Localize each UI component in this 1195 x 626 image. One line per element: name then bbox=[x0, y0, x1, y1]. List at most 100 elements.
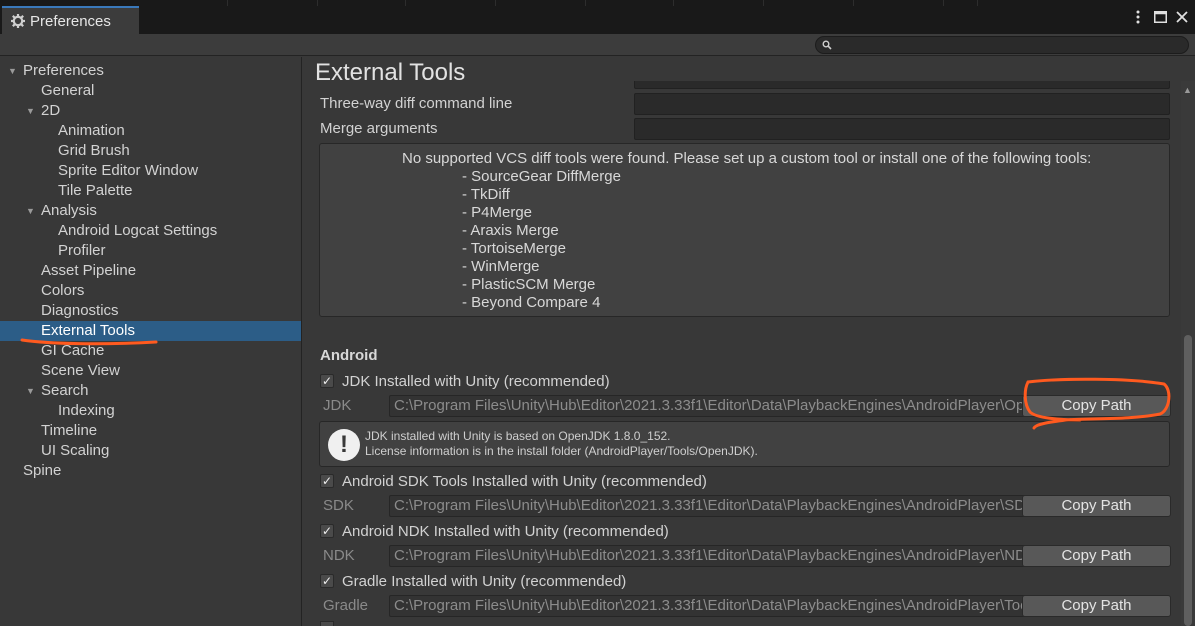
ndk-installed-toggle[interactable]: ✓ Android NDK Installed with Unity (reco… bbox=[320, 520, 669, 542]
gradle-installed-label: Gradle Installed with Unity (recommended… bbox=[342, 572, 627, 590]
sidebar-item-label: Scene View bbox=[41, 362, 120, 379]
sidebar-item-animation[interactable]: Animation bbox=[0, 121, 301, 141]
sidebar-item-sprite-editor-window[interactable]: Sprite Editor Window bbox=[0, 161, 301, 181]
three-way-diff-label: Three-way diff command line bbox=[320, 95, 513, 112]
sidebar-item-general[interactable]: General bbox=[0, 81, 301, 101]
expand-arrow-icon[interactable]: ▼ bbox=[8, 61, 17, 81]
external-tools-panel: External Tools Three-way diff command li… bbox=[303, 57, 1195, 626]
list-item: - TkDiff bbox=[462, 186, 510, 203]
sdk-label: SDK bbox=[323, 497, 354, 514]
search-input[interactable] bbox=[836, 38, 1176, 52]
list-item: - PlasticSCM Merge bbox=[462, 276, 596, 293]
scrollbar-thumb[interactable] bbox=[1184, 335, 1192, 626]
sidebar-item-colors[interactable]: Colors bbox=[0, 281, 301, 301]
sdk-installed-label: Android SDK Tools Installed with Unity (… bbox=[342, 472, 707, 490]
sidebar-item-tile-palette[interactable]: Tile Palette bbox=[0, 181, 301, 201]
editor-tab-strip: Preferences bbox=[0, 0, 1195, 34]
gradle-installed-toggle[interactable]: ✓ Gradle Installed with Unity (recommend… bbox=[320, 570, 626, 592]
sdk-copy-path-button[interactable]: Copy Path bbox=[1022, 495, 1171, 517]
sidebar-item-label: 2D bbox=[41, 102, 61, 119]
expand-arrow-icon[interactable]: ▼ bbox=[26, 381, 35, 401]
sidebar-item-scene-view[interactable]: Scene View bbox=[0, 361, 301, 381]
sidebar-item-spine[interactable]: Spine bbox=[0, 461, 301, 481]
search-field[interactable] bbox=[815, 36, 1189, 54]
android-section-header: Android bbox=[320, 347, 378, 364]
sidebar-item-label: Sprite Editor Window bbox=[58, 162, 199, 179]
jdk-label: JDK bbox=[323, 397, 352, 414]
sidebar-item-search[interactable]: ▼ Search bbox=[0, 381, 301, 401]
jdk-installed-label: JDK Installed with Unity (recommended) bbox=[342, 372, 610, 390]
hand-drawn-underline-annotation bbox=[20, 338, 158, 346]
sidebar-item-label: Tile Palette bbox=[58, 182, 133, 199]
sdk-installed-toggle[interactable]: ✓ Android SDK Tools Installed with Unity… bbox=[320, 470, 707, 492]
window-tab-title: Preferences bbox=[30, 12, 111, 30]
sidebar-item-label: Search bbox=[41, 382, 89, 399]
list-item: - SourceGear DiffMerge bbox=[462, 168, 621, 185]
sidebar-item-timeline[interactable]: Timeline bbox=[0, 421, 301, 441]
tab-strip-segment bbox=[764, 0, 854, 6]
kebab-menu-icon[interactable] bbox=[1131, 9, 1145, 25]
vcs-help-intro: No supported VCS diff tools were found. … bbox=[402, 150, 1092, 167]
sidebar-item-label: Analysis bbox=[41, 202, 97, 219]
jdk-info-line-2: License information is in the install fo… bbox=[365, 444, 758, 458]
list-item: - Beyond Compare 4 bbox=[462, 294, 601, 311]
tab-strip-segment bbox=[140, 0, 228, 6]
sidebar-item-label: Asset Pipeline bbox=[41, 262, 137, 279]
sidebar-item-label: Grid Brush bbox=[58, 142, 130, 159]
scroll-up-arrow-icon[interactable]: ▲ bbox=[1183, 85, 1192, 95]
tab-strip-segment bbox=[318, 0, 406, 6]
jdk-installed-toggle[interactable]: ✓ JDK Installed with Unity (recommended) bbox=[320, 370, 610, 392]
exclamation-icon: ! bbox=[328, 429, 360, 461]
maximize-icon[interactable] bbox=[1153, 9, 1167, 25]
sidebar-item-profiler[interactable]: Profiler bbox=[0, 241, 301, 261]
sidebar-item-preferences[interactable]: ▼ Preferences bbox=[0, 61, 301, 81]
jdk-path-field: C:\Program Files\Unity\Hub\Editor\2021.3… bbox=[389, 395, 1038, 417]
next-checkbox-peek bbox=[320, 621, 334, 626]
tab-strip-segment bbox=[406, 0, 496, 6]
ndk-copy-path-button[interactable]: Copy Path bbox=[1022, 545, 1171, 567]
sdk-installed-checkbox[interactable]: ✓ bbox=[320, 474, 334, 488]
sidebar-item-ui-scaling[interactable]: UI Scaling bbox=[0, 441, 301, 461]
three-way-diff-input[interactable] bbox=[634, 93, 1170, 115]
search-icon bbox=[822, 37, 832, 54]
gradle-copy-path-button[interactable]: Copy Path bbox=[1022, 595, 1171, 617]
ndk-installed-checkbox[interactable]: ✓ bbox=[320, 524, 334, 538]
tab-strip-segment bbox=[228, 0, 318, 6]
gear-icon bbox=[10, 13, 26, 29]
sidebar-item-grid-brush[interactable]: Grid Brush bbox=[0, 141, 301, 161]
sidebar-item-asset-pipeline[interactable]: Asset Pipeline bbox=[0, 261, 301, 281]
merge-arguments-label: Merge arguments bbox=[320, 120, 438, 137]
sdk-path-field: C:\Program Files\Unity\Hub\Editor\2021.3… bbox=[389, 495, 1038, 517]
tab-strip-segment bbox=[586, 0, 674, 6]
sidebar-item-label: General bbox=[41, 82, 95, 99]
preferences-toolbar bbox=[0, 34, 1195, 56]
preferences-window-tab[interactable]: Preferences bbox=[2, 6, 139, 34]
vcs-help-box: No supported VCS diff tools were found. … bbox=[319, 143, 1170, 317]
sidebar-item-diagnostics[interactable]: Diagnostics bbox=[0, 301, 301, 321]
jdk-info-line-1: JDK installed with Unity is based on Ope… bbox=[365, 429, 671, 443]
jdk-installed-checkbox[interactable]: ✓ bbox=[320, 374, 334, 388]
sidebar-item-label: Timeline bbox=[41, 422, 98, 439]
sidebar-item-analysis[interactable]: ▼ Analysis bbox=[0, 201, 301, 221]
ndk-installed-label: Android NDK Installed with Unity (recomm… bbox=[342, 522, 669, 540]
sidebar-item-label: Profiler bbox=[58, 242, 106, 259]
merge-arguments-input[interactable] bbox=[634, 118, 1170, 140]
expand-arrow-icon[interactable]: ▼ bbox=[26, 101, 35, 121]
list-item: - TortoiseMerge bbox=[462, 240, 566, 257]
list-item: - Araxis Merge bbox=[462, 222, 559, 239]
sidebar-item-android-logcat-settings[interactable]: Android Logcat Settings bbox=[0, 221, 301, 241]
scrolled-field-edge bbox=[634, 81, 1170, 89]
sidebar-item-label: Spine bbox=[23, 462, 62, 479]
sidebar-item-indexing[interactable]: Indexing bbox=[0, 401, 301, 421]
vcs-tools-list: - SourceGear DiffMerge - TkDiff - P4Merg… bbox=[462, 168, 621, 312]
window-controls bbox=[1131, 9, 1189, 25]
ndk-path-field: C:\Program Files\Unity\Hub\Editor\2021.3… bbox=[389, 545, 1038, 567]
close-icon[interactable] bbox=[1175, 9, 1189, 25]
sidebar-item-label: Diagnostics bbox=[41, 302, 119, 319]
ndk-label: NDK bbox=[323, 547, 355, 564]
gradle-installed-checkbox[interactable]: ✓ bbox=[320, 574, 334, 588]
gradle-label: Gradle bbox=[323, 597, 369, 614]
vertical-scrollbar[interactable]: ▲ bbox=[1181, 81, 1195, 626]
sidebar-item-2d[interactable]: ▼ 2D bbox=[0, 101, 301, 121]
expand-arrow-icon[interactable]: ▼ bbox=[26, 201, 35, 221]
